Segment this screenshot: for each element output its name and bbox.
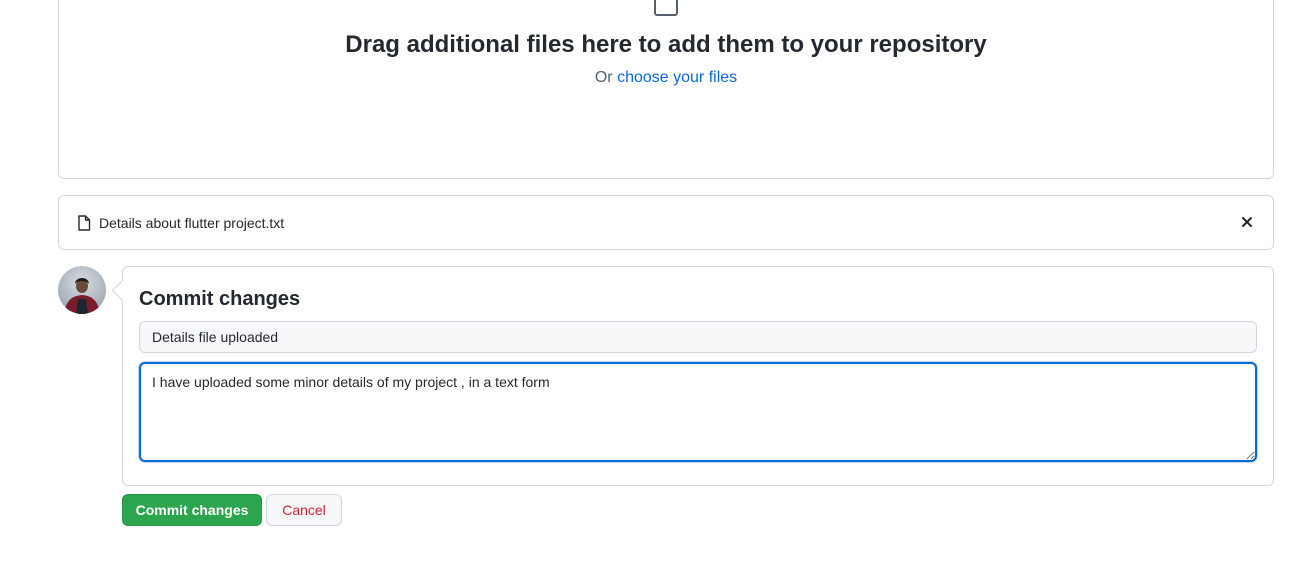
uploaded-file-row: Details about flutter project.txt <box>58 195 1274 250</box>
commit-summary-input[interactable] <box>139 321 1257 353</box>
dropzone-subtitle: Or choose your files <box>59 69 1273 87</box>
commit-heading: Commit changes <box>139 288 301 310</box>
commit-form: Commit changes I have uploaded some mino… <box>122 266 1274 486</box>
dropzone-title: Drag additional files here to add them t… <box>345 31 987 58</box>
commit-description-textarea[interactable]: I have uploaded some minor details of my… <box>139 362 1257 462</box>
dropzone-or-text: Or <box>594 69 613 86</box>
file-dropzone[interactable]: Drag additional files here to add them t… <box>58 0 1274 179</box>
avatar <box>58 266 106 314</box>
choose-files-link[interactable]: choose your files <box>617 69 737 86</box>
uploaded-file-name: Details about flutter project.txt <box>99 215 285 231</box>
cancel-button[interactable]: Cancel <box>266 494 342 526</box>
file-upload-icon <box>653 0 679 17</box>
file-icon <box>77 215 91 231</box>
commit-changes-button[interactable]: Commit changes <box>122 494 262 526</box>
close-icon[interactable] <box>1239 214 1255 230</box>
